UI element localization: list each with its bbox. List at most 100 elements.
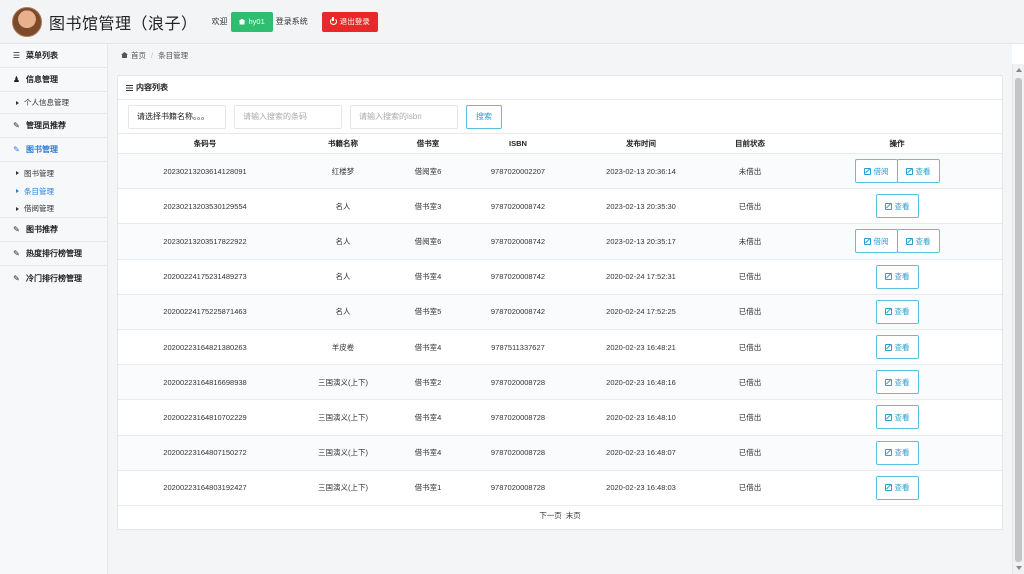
cell-status: 已借出 <box>708 470 792 506</box>
app-title: 图书馆管理（浪子） <box>49 15 198 33</box>
cell-actions: 查看 <box>792 470 1002 506</box>
sidebar-subitem-entries[interactable]: 条目管理 <box>0 182 107 200</box>
cell-status: 未借出 <box>708 223 792 260</box>
column-header: 书籍名称 <box>292 133 394 154</box>
sidebar: ☰ 菜单列表 ♟ 信息管理 个人信息管理 ✎ 管理员推荐 ✎ 图书管理 图书管理 条目管… <box>0 44 108 574</box>
table-row: 20200224175225871463 名人 借书室5 9787020008742 2… <box>118 294 1002 330</box>
cell-barcode: 20200223164803192427 <box>118 470 292 506</box>
view-button[interactable]: 查看 <box>875 475 919 500</box>
book-name-select[interactable]: 请选择书籍名称。。。 <box>128 104 226 129</box>
borrow-button[interactable]: 借阅 <box>854 229 898 254</box>
scrollbar-thumb[interactable] <box>1015 78 1022 562</box>
cell-time: 2020-02-23 16:48:21 <box>574 329 708 366</box>
cell-isbn: 9787020008742 <box>462 259 574 295</box>
search-toolbar: 请选择书籍名称。。。 请输入搜索的条码 请输入搜索的isbn 搜索 <box>118 100 1002 133</box>
cell-status: 已借出 <box>708 329 792 366</box>
cell-name: 三国演义(上下) <box>292 364 394 401</box>
cell-actions: 查看 <box>792 294 1002 330</box>
action-group: 查看 <box>875 264 919 289</box>
action-group: 查看 <box>875 475 919 500</box>
cell-name: 三国演义(上下) <box>292 470 394 506</box>
view-button[interactable]: 查看 <box>875 194 919 219</box>
cell-name: 名人 <box>292 188 394 225</box>
cell-isbn: 9787511337627 <box>462 329 574 366</box>
borrow-button[interactable]: 借阅 <box>854 159 898 184</box>
view-button[interactable]: 查看 <box>875 264 919 289</box>
caret-right-icon <box>16 171 19 175</box>
next-page-link[interactable]: 下一页 <box>539 510 562 521</box>
isbn-search-input[interactable]: 请输入搜索的isbn <box>350 104 458 129</box>
sidebar-item-info[interactable]: ♟ 信息管理 <box>0 68 107 92</box>
cell-time: 2023-02-13 20:35:17 <box>574 223 708 260</box>
edit-icon <box>884 273 892 281</box>
sidebar-item-book-recommend[interactable]: ✎ 图书推荐 <box>0 218 107 242</box>
action-group: 借阅 查看 <box>854 159 940 184</box>
edit-icon: ✎ <box>13 121 20 130</box>
sidebar-item-hot-ranking[interactable]: ✎ 热度排行榜管理 <box>0 242 107 266</box>
sidebar-subitem-books[interactable]: 图书管理 <box>0 164 107 182</box>
search-button[interactable]: 搜索 <box>466 104 502 129</box>
sidebar-item-book-management[interactable]: ✎ 图书管理 <box>0 138 107 162</box>
cell-time: 2020-02-23 16:48:03 <box>574 470 708 506</box>
column-header: 操作 <box>792 133 1002 154</box>
table-row: 20200224175231489273 名人 借书室4 9787020008742 2… <box>118 259 1002 295</box>
avatar <box>12 6 42 37</box>
breadcrumb-separator: / <box>151 50 154 60</box>
view-button[interactable]: 查看 <box>875 440 919 465</box>
top-header: 图书馆管理（浪子） 欢迎 hy01 登录系统 退出登录 <box>0 0 1024 44</box>
cell-isbn: 9787020002207 <box>462 153 574 190</box>
cell-isbn: 9787020008742 <box>462 188 574 225</box>
cell-time: 2020-02-23 16:48:16 <box>574 364 708 401</box>
view-button[interactable]: 查看 <box>875 370 919 395</box>
view-button[interactable]: 查看 <box>875 405 919 430</box>
cell-time: 2020-02-24 17:52:25 <box>574 294 708 330</box>
cell-status: 已借出 <box>708 399 792 436</box>
cell-room: 借阅室6 <box>394 223 462 260</box>
scroll-down-arrow-icon[interactable] <box>1016 566 1022 570</box>
action-label: 查看 <box>915 236 931 246</box>
action-group: 查看 <box>875 194 919 219</box>
logout-button[interactable]: 退出登录 <box>321 11 378 32</box>
column-header: 借书室 <box>394 133 462 154</box>
breadcrumb: 首页 / 条目管理 <box>108 44 1012 66</box>
sidebar-subitem-borrowing[interactable]: 借阅管理 <box>0 200 107 218</box>
username: hy01 <box>248 17 265 26</box>
view-button[interactable]: 查看 <box>875 335 919 360</box>
cell-time: 2023-02-13 20:36:14 <box>574 153 708 190</box>
welcome-text: 欢迎 <box>211 17 228 26</box>
last-page-link[interactable]: 末页 <box>566 510 581 521</box>
edit-icon <box>884 308 892 316</box>
table-row: 20200223164807150272 三国演义(上下) 借书室4 97870200… <box>118 435 1002 471</box>
caret-right-icon <box>16 189 19 193</box>
view-button[interactable]: 查看 <box>896 229 940 254</box>
cell-name: 羊皮卷 <box>292 329 394 366</box>
cell-room: 借书室4 <box>394 435 462 471</box>
table-row: 20230213203517822922 名人 借阅室6 9787020008742 2… <box>118 223 1002 260</box>
sidebar-menu-title: ☰ 菜单列表 <box>0 44 107 68</box>
caret-right-icon <box>16 206 19 211</box>
sidebar-item-cold-ranking[interactable]: ✎ 冷门排行榜管理 <box>0 266 107 290</box>
cell-status: 已借出 <box>708 188 792 225</box>
barcode-search-input[interactable]: 请输入搜索的条码 <box>234 104 342 129</box>
view-button[interactable]: 查看 <box>896 159 940 184</box>
cell-barcode: 20230213203614128091 <box>118 153 292 190</box>
vertical-scrollbar[interactable] <box>1012 64 1024 574</box>
action-group: 查看 <box>875 440 919 465</box>
breadcrumb-home[interactable]: 首页 <box>131 50 146 61</box>
cell-barcode: 20200224175231489273 <box>118 259 292 295</box>
view-button[interactable]: 查看 <box>875 299 919 324</box>
edit-icon <box>884 413 892 421</box>
scroll-up-arrow-icon[interactable] <box>1016 68 1022 72</box>
power-icon <box>329 16 337 25</box>
edit-icon: ✎ <box>13 249 20 258</box>
sidebar-item-admin-recommend[interactable]: ✎ 管理员推荐 <box>0 114 107 138</box>
sidebar-subitem-personal-info[interactable]: 个人信息管理 <box>0 92 107 114</box>
user-badge[interactable]: hy01 <box>230 11 273 32</box>
cell-isbn: 9787020008728 <box>462 470 574 506</box>
home-icon <box>238 18 246 25</box>
column-header: 目前状态 <box>708 133 792 154</box>
cell-barcode: 20230213203530129554 <box>118 188 292 225</box>
cell-status: 已借出 <box>708 364 792 401</box>
action-label: 查看 <box>894 272 910 282</box>
column-header: 条码号 <box>118 133 292 154</box>
